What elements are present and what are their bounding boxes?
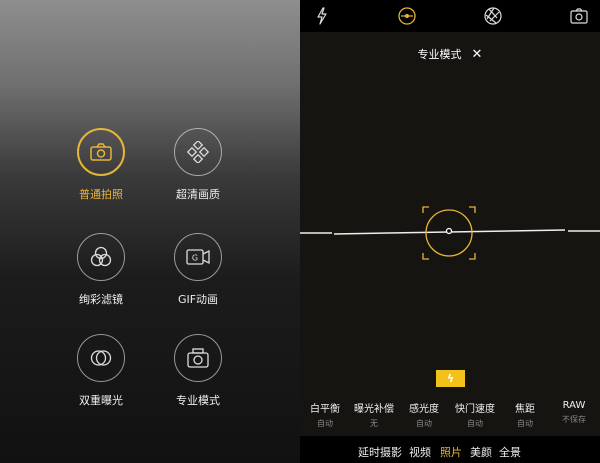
capture-mode-panorama[interactable]: 全景 bbox=[499, 444, 521, 460]
capture-mode-bar: 延时摄影 视频 照片 美颜 全景 bbox=[300, 436, 600, 463]
mode-label: 专业模式 bbox=[176, 394, 220, 407]
mode-color-filter[interactable]: 绚彩滤镜 bbox=[51, 233, 151, 307]
flash-icon[interactable] bbox=[312, 6, 332, 26]
page-title: 专业模式 bbox=[417, 48, 462, 61]
mode-gif[interactable]: G GIF动画 bbox=[148, 233, 248, 307]
param-name: RAW bbox=[562, 400, 586, 411]
capture-mode-video[interactable]: 视频 bbox=[409, 444, 431, 460]
pro-mode-viewfinder: 专业模式 ✕ bbox=[300, 0, 600, 463]
mode-label: 绚彩滤镜 bbox=[79, 293, 123, 306]
mode-selection-panel: 普通拍照 超清画质 绚彩滤镜 G GIF动画 双重曝光 专业模式 bbox=[0, 0, 300, 463]
diamond-grid-icon bbox=[174, 128, 222, 176]
switch-camera-icon[interactable] bbox=[569, 6, 589, 26]
aperture-icon[interactable] bbox=[483, 6, 503, 26]
mode-label: 普通拍照 bbox=[79, 188, 123, 201]
pro-params-bar: 白平衡 自动 曝光补偿 无 感光度 自动 快门速度 自动 焦距 自动 RAW 不… bbox=[300, 400, 600, 430]
double-exposure-icon bbox=[77, 334, 125, 382]
mode-label: 双重曝光 bbox=[79, 394, 123, 407]
param-raw[interactable]: RAW 不保存 bbox=[544, 400, 600, 425]
mode-pro[interactable]: 专业模式 bbox=[148, 334, 248, 408]
gif-camera-icon: G bbox=[174, 233, 222, 281]
pro-mode-icon[interactable] bbox=[397, 6, 417, 26]
capture-mode-photo[interactable]: 照片 bbox=[440, 444, 462, 460]
capture-mode-timelapse[interactable]: 延时摄影 bbox=[358, 444, 402, 460]
capture-mode-beauty[interactable]: 美颜 bbox=[470, 444, 492, 460]
pro-mode-header: 专业模式 ✕ bbox=[300, 46, 600, 62]
close-icon[interactable]: ✕ bbox=[472, 47, 483, 62]
flash-icon: ϟ bbox=[446, 372, 455, 385]
param-value: 不保存 bbox=[562, 415, 586, 424]
mode-double-exposure[interactable]: 双重曝光 bbox=[51, 334, 151, 408]
svg-text:G: G bbox=[192, 254, 198, 263]
mode-ultra-hd[interactable]: 超清画质 bbox=[148, 128, 248, 202]
focus-reticle[interactable] bbox=[421, 205, 477, 261]
camera-icon bbox=[77, 128, 125, 176]
mode-label: GIF动画 bbox=[177, 293, 219, 306]
mode-normal-photo[interactable]: 普通拍照 bbox=[51, 128, 151, 202]
top-toolbar bbox=[300, 0, 600, 32]
mode-label: 超清画质 bbox=[176, 188, 220, 201]
pro-camera-icon bbox=[174, 334, 222, 382]
color-filter-icon bbox=[77, 233, 125, 281]
flash-indicator-button[interactable]: ϟ bbox=[436, 370, 465, 387]
